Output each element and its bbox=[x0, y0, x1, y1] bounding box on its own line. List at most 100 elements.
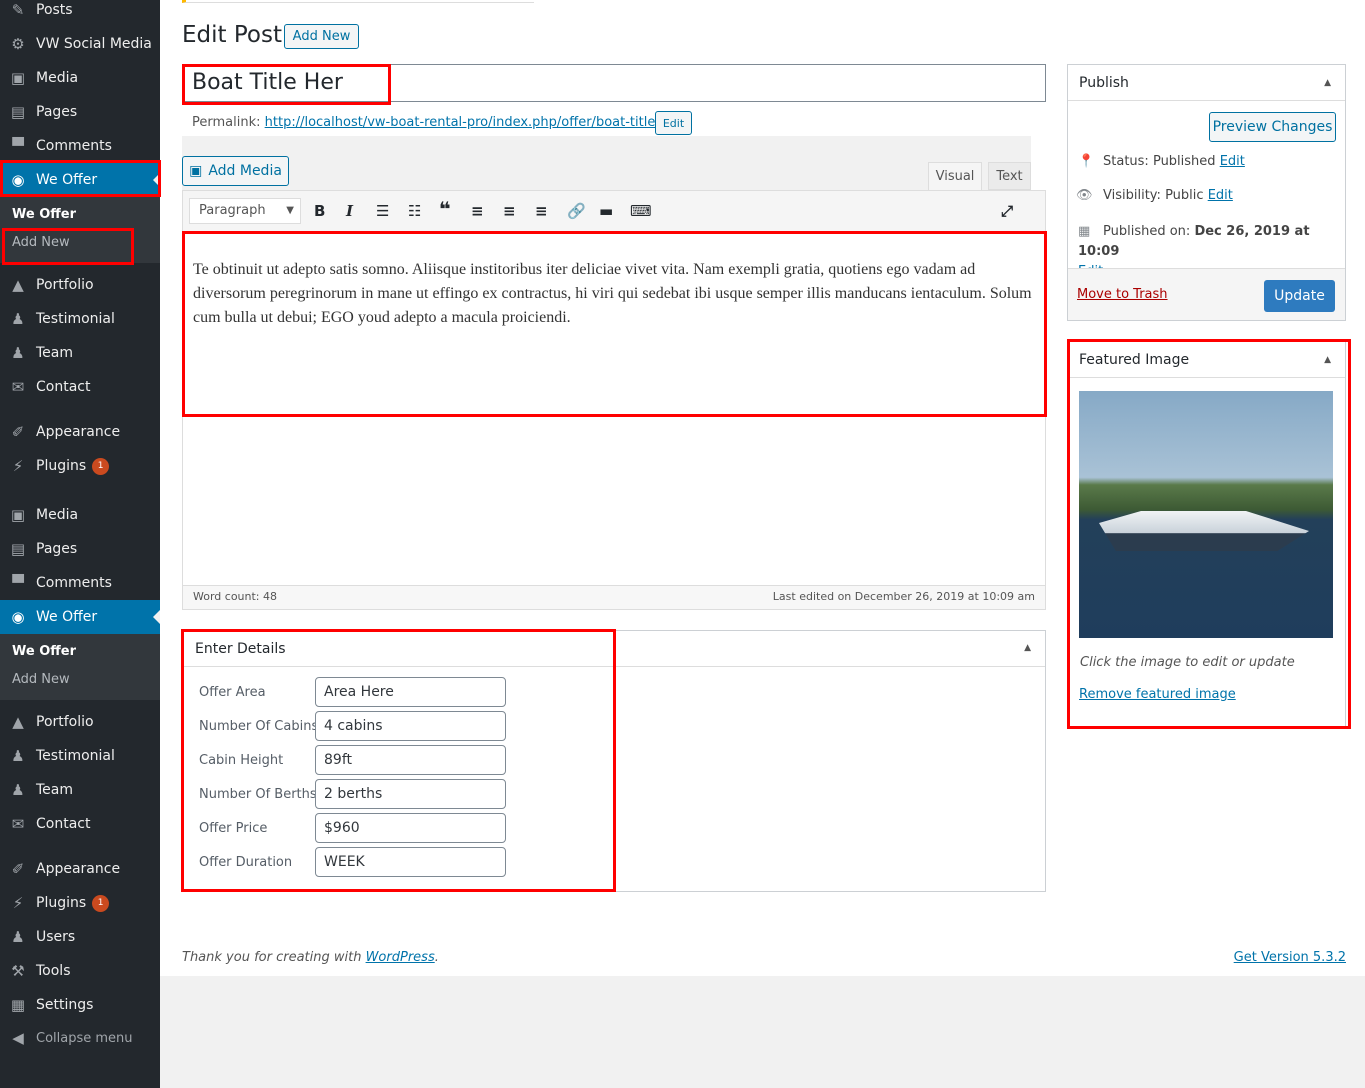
sidebar-item-portfolio[interactable]: ▲ Portfolio bbox=[0, 268, 160, 302]
add-media-button[interactable]: ▣ Add Media bbox=[182, 156, 289, 186]
details-title: Enter Details bbox=[183, 631, 1045, 667]
read-more-icon[interactable]: ▬ bbox=[599, 202, 613, 220]
tab-text[interactable]: Text bbox=[988, 162, 1031, 190]
plugins-icon: ⚡ bbox=[12, 457, 24, 475]
field-input[interactable]: 4 cabins bbox=[315, 711, 506, 741]
visibility-edit-link[interactable]: Edit bbox=[1208, 188, 1233, 203]
field-input[interactable]: Area Here bbox=[315, 677, 506, 707]
sidebar-item-collapse-menu[interactable]: ◀ Collapse menu bbox=[0, 1021, 160, 1055]
link-icon[interactable]: 🔗 bbox=[567, 202, 586, 220]
submenu-we-offer[interactable]: We Offer bbox=[0, 201, 160, 229]
sidebar-item-appearance[interactable]: ✐ Appearance bbox=[0, 415, 160, 449]
editor-content[interactable]: Te obtinuit ut adepto satis somno. Aliis… bbox=[193, 258, 1035, 330]
sidebar-item-settings[interactable]: ▦ Settings bbox=[0, 988, 160, 1022]
sidebar-item-contact[interactable]: ✉ Contact bbox=[0, 807, 160, 841]
blockquote-icon[interactable]: ❝ bbox=[439, 197, 451, 221]
toolbar-toggle-icon[interactable]: ⌨ bbox=[630, 202, 652, 220]
remove-featured-image-link[interactable]: Remove featured image bbox=[1079, 687, 1236, 702]
collapse-icon[interactable]: ▲ bbox=[1324, 355, 1331, 365]
submenu-add-new[interactable]: Add New bbox=[0, 666, 160, 694]
update-count-badge: 1 bbox=[92, 894, 110, 912]
sidebar-item-pages[interactable]: ▤ Pages bbox=[0, 95, 160, 129]
featured-image-boat[interactable] bbox=[1079, 391, 1333, 638]
update-button[interactable]: Update bbox=[1264, 280, 1335, 312]
chevron-down-icon: ▼ bbox=[286, 205, 294, 216]
move-to-trash-link[interactable]: Move to Trash bbox=[1077, 287, 1168, 302]
portfolio-icon: ▲ bbox=[12, 713, 24, 731]
align-left-icon[interactable]: ≡ bbox=[471, 202, 484, 220]
version-link[interactable]: Get Version 5.3.2 bbox=[1234, 950, 1346, 965]
fullscreen-icon[interactable]: ⤢ bbox=[1001, 202, 1013, 220]
sidebar-item-comments[interactable]: ▀ Comments bbox=[0, 566, 160, 600]
sidebar-item-team[interactable]: ♟ Team bbox=[0, 336, 160, 370]
sidebar-item-plugins[interactable]: ⚡ Plugins 1 bbox=[0, 886, 160, 920]
globe-icon: ◉ bbox=[11, 171, 25, 189]
notice-edge bbox=[182, 0, 534, 3]
status-edit-link[interactable]: Edit bbox=[1220, 154, 1245, 169]
publish-title: Publish bbox=[1068, 65, 1345, 101]
field-label: Number Of Berths bbox=[199, 787, 317, 802]
field-label: Offer Duration bbox=[199, 855, 293, 870]
numbered-list-icon[interactable]: ☷ bbox=[408, 202, 421, 220]
submenu-we-offer[interactable]: We Offer bbox=[0, 638, 160, 666]
field-input[interactable]: $960 bbox=[315, 813, 506, 843]
field-label: Offer Price bbox=[199, 821, 268, 836]
collapse-icon[interactable]: ▲ bbox=[1024, 643, 1031, 653]
bullet-list-icon[interactable]: ☰ bbox=[376, 202, 389, 220]
sidebar-item-media[interactable]: ▣ Media bbox=[0, 61, 160, 95]
sidebar-item-testimonial[interactable]: ♟ Testimonial bbox=[0, 739, 160, 773]
add-new-button[interactable]: Add New bbox=[284, 24, 359, 49]
preview-changes-button[interactable]: Preview Changes bbox=[1209, 112, 1336, 142]
title-input[interactable]: Boat Title Her bbox=[182, 64, 1046, 102]
featured-hint: Click the image to edit or update bbox=[1080, 655, 1295, 670]
sidebar-item-team[interactable]: ♟ Team bbox=[0, 773, 160, 807]
field-input[interactable]: WEEK bbox=[315, 847, 506, 877]
featured-image-box: Featured Image ▲ Click the image to edit… bbox=[1067, 341, 1346, 727]
wordpress-link[interactable]: WordPress bbox=[366, 950, 435, 965]
appearance-icon: ✐ bbox=[11, 423, 25, 441]
field-input[interactable]: 89ft bbox=[315, 745, 506, 775]
collapse-icon[interactable]: ▲ bbox=[1324, 78, 1331, 88]
align-right-icon[interactable]: ≡ bbox=[535, 202, 548, 220]
sidebar-item-plugins[interactable]: ⚡ Plugins 1 bbox=[0, 449, 160, 483]
permalink-link[interactable]: http://localhost/vw-boat-rental-pro/inde… bbox=[265, 115, 686, 130]
appearance-icon: ✐ bbox=[11, 860, 25, 878]
sidebar-item-contact[interactable]: ✉ Contact bbox=[0, 370, 160, 404]
page-title: Edit Post bbox=[182, 22, 282, 48]
sidebar-item-portfolio[interactable]: ▲ Portfolio bbox=[0, 705, 160, 739]
testimonial-icon: ♟ bbox=[11, 747, 25, 765]
sidebar-item-users[interactable]: ♟ Users bbox=[0, 920, 160, 954]
gear-icon: ⚙ bbox=[11, 35, 25, 53]
footer-thanks: Thank you for creating with WordPress. bbox=[182, 950, 439, 965]
publish-box: Publish ▲ Preview Changes 📍 Status: Publi… bbox=[1067, 64, 1346, 321]
last-edited: Last edited on December 26, 2019 at 10:0… bbox=[772, 590, 1035, 603]
word-count: Word count: 48 bbox=[193, 590, 278, 603]
permalink-edit-button[interactable]: Edit bbox=[655, 111, 692, 135]
field-input[interactable]: 2 berths bbox=[315, 779, 506, 809]
sidebar-item-media[interactable]: ▣ Media bbox=[0, 498, 160, 532]
comment-icon: ▀ bbox=[12, 137, 24, 155]
tools-icon: ⚒ bbox=[11, 962, 25, 980]
sidebar-item-pages[interactable]: ▤ Pages bbox=[0, 532, 160, 566]
format-select[interactable]: Paragraph ▼ bbox=[189, 198, 301, 224]
italic-icon[interactable]: I bbox=[346, 202, 353, 220]
align-center-icon[interactable]: ≡ bbox=[503, 202, 516, 220]
pin-icon: ✎ bbox=[11, 1, 25, 19]
bold-icon[interactable]: B bbox=[314, 202, 325, 220]
sidebar-item-tools[interactable]: ⚒ Tools bbox=[0, 954, 160, 988]
permalink-label: Permalink: bbox=[192, 115, 261, 130]
sidebar-item-posts[interactable]: ✎ Posts bbox=[0, 0, 160, 27]
sidebar-item-appearance[interactable]: ✐ Appearance bbox=[0, 852, 160, 886]
sidebar-item-we-offer[interactable]: ◉ We Offer bbox=[0, 600, 160, 634]
tab-visual[interactable]: Visual bbox=[928, 162, 982, 191]
submenu-add-new[interactable]: Add New bbox=[0, 229, 160, 257]
calendar-icon: ▦ bbox=[1078, 224, 1091, 239]
sidebar-item-testimonial[interactable]: ♟ Testimonial bbox=[0, 302, 160, 336]
enter-details-box: Enter Details ▲ Offer Area Area Here Numbe… bbox=[182, 630, 1046, 892]
sidebar-item-vw-social-media[interactable]: ⚙ VW Social Media bbox=[0, 27, 160, 61]
contact-icon: ✉ bbox=[11, 815, 25, 833]
sidebar-item-we-offer[interactable]: ◉ We Offer bbox=[0, 163, 160, 197]
admin-sidebar: ✎ Posts ⚙ VW Social Media ▣ Media ▤ Pages ▀ Comme… bbox=[0, 0, 160, 1088]
eye-icon: 👁 bbox=[1076, 188, 1093, 203]
sidebar-item-comments[interactable]: ▀ Comments bbox=[0, 129, 160, 163]
